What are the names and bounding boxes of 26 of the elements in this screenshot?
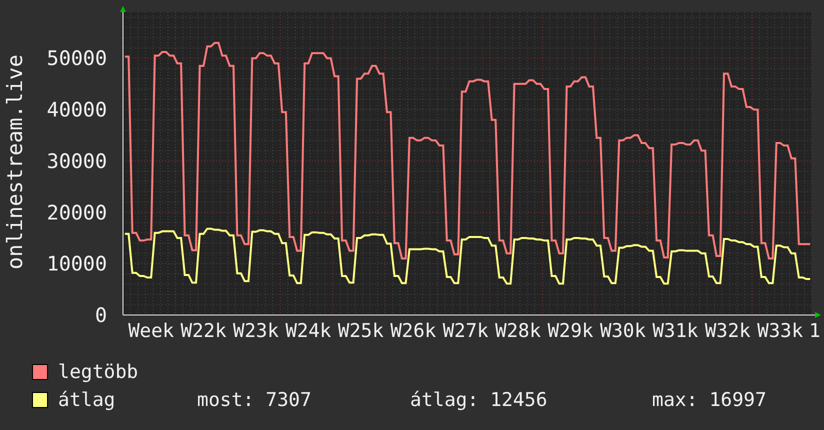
x-tick-label: W30k [600, 320, 646, 342]
x-tick-label: W25k [338, 320, 384, 342]
x-tick-label: W33k [757, 320, 804, 342]
legend-stat: átlag: 12456 [410, 388, 548, 413]
y-tick-label: 30000 [46, 148, 107, 173]
y-tick-label: 0 [94, 303, 107, 327]
x-tick-label: 1 [809, 320, 820, 342]
x-tick-label: W31k [652, 320, 698, 342]
y-tick-label: 10000 [46, 252, 107, 276]
legend-stat: max: 16997 [652, 388, 766, 413]
x-tick-label: Week [128, 320, 174, 342]
y-tick-label: 40000 [46, 98, 107, 122]
legend-stat: most: 7307 [197, 388, 312, 413]
y-tick-label: 50000 [46, 46, 107, 70]
x-tick-label: W28k [495, 320, 541, 342]
x-tick-label: W29k [548, 320, 594, 342]
x-tick-label: W23k [233, 320, 279, 342]
x-tick-label: W32k [704, 320, 751, 342]
legend-label: legtöbb [58, 360, 140, 385]
y-tick-label: 20000 [46, 200, 107, 224]
x-tick-label: W27k [442, 320, 488, 342]
x-tick-label: W26k [390, 320, 436, 342]
x-tick-label: W24k [285, 320, 332, 342]
y-axis-title: onlinestream.live [3, 54, 27, 270]
legend-label: átlag [58, 388, 116, 413]
x-tick-label: W22k [180, 320, 226, 342]
